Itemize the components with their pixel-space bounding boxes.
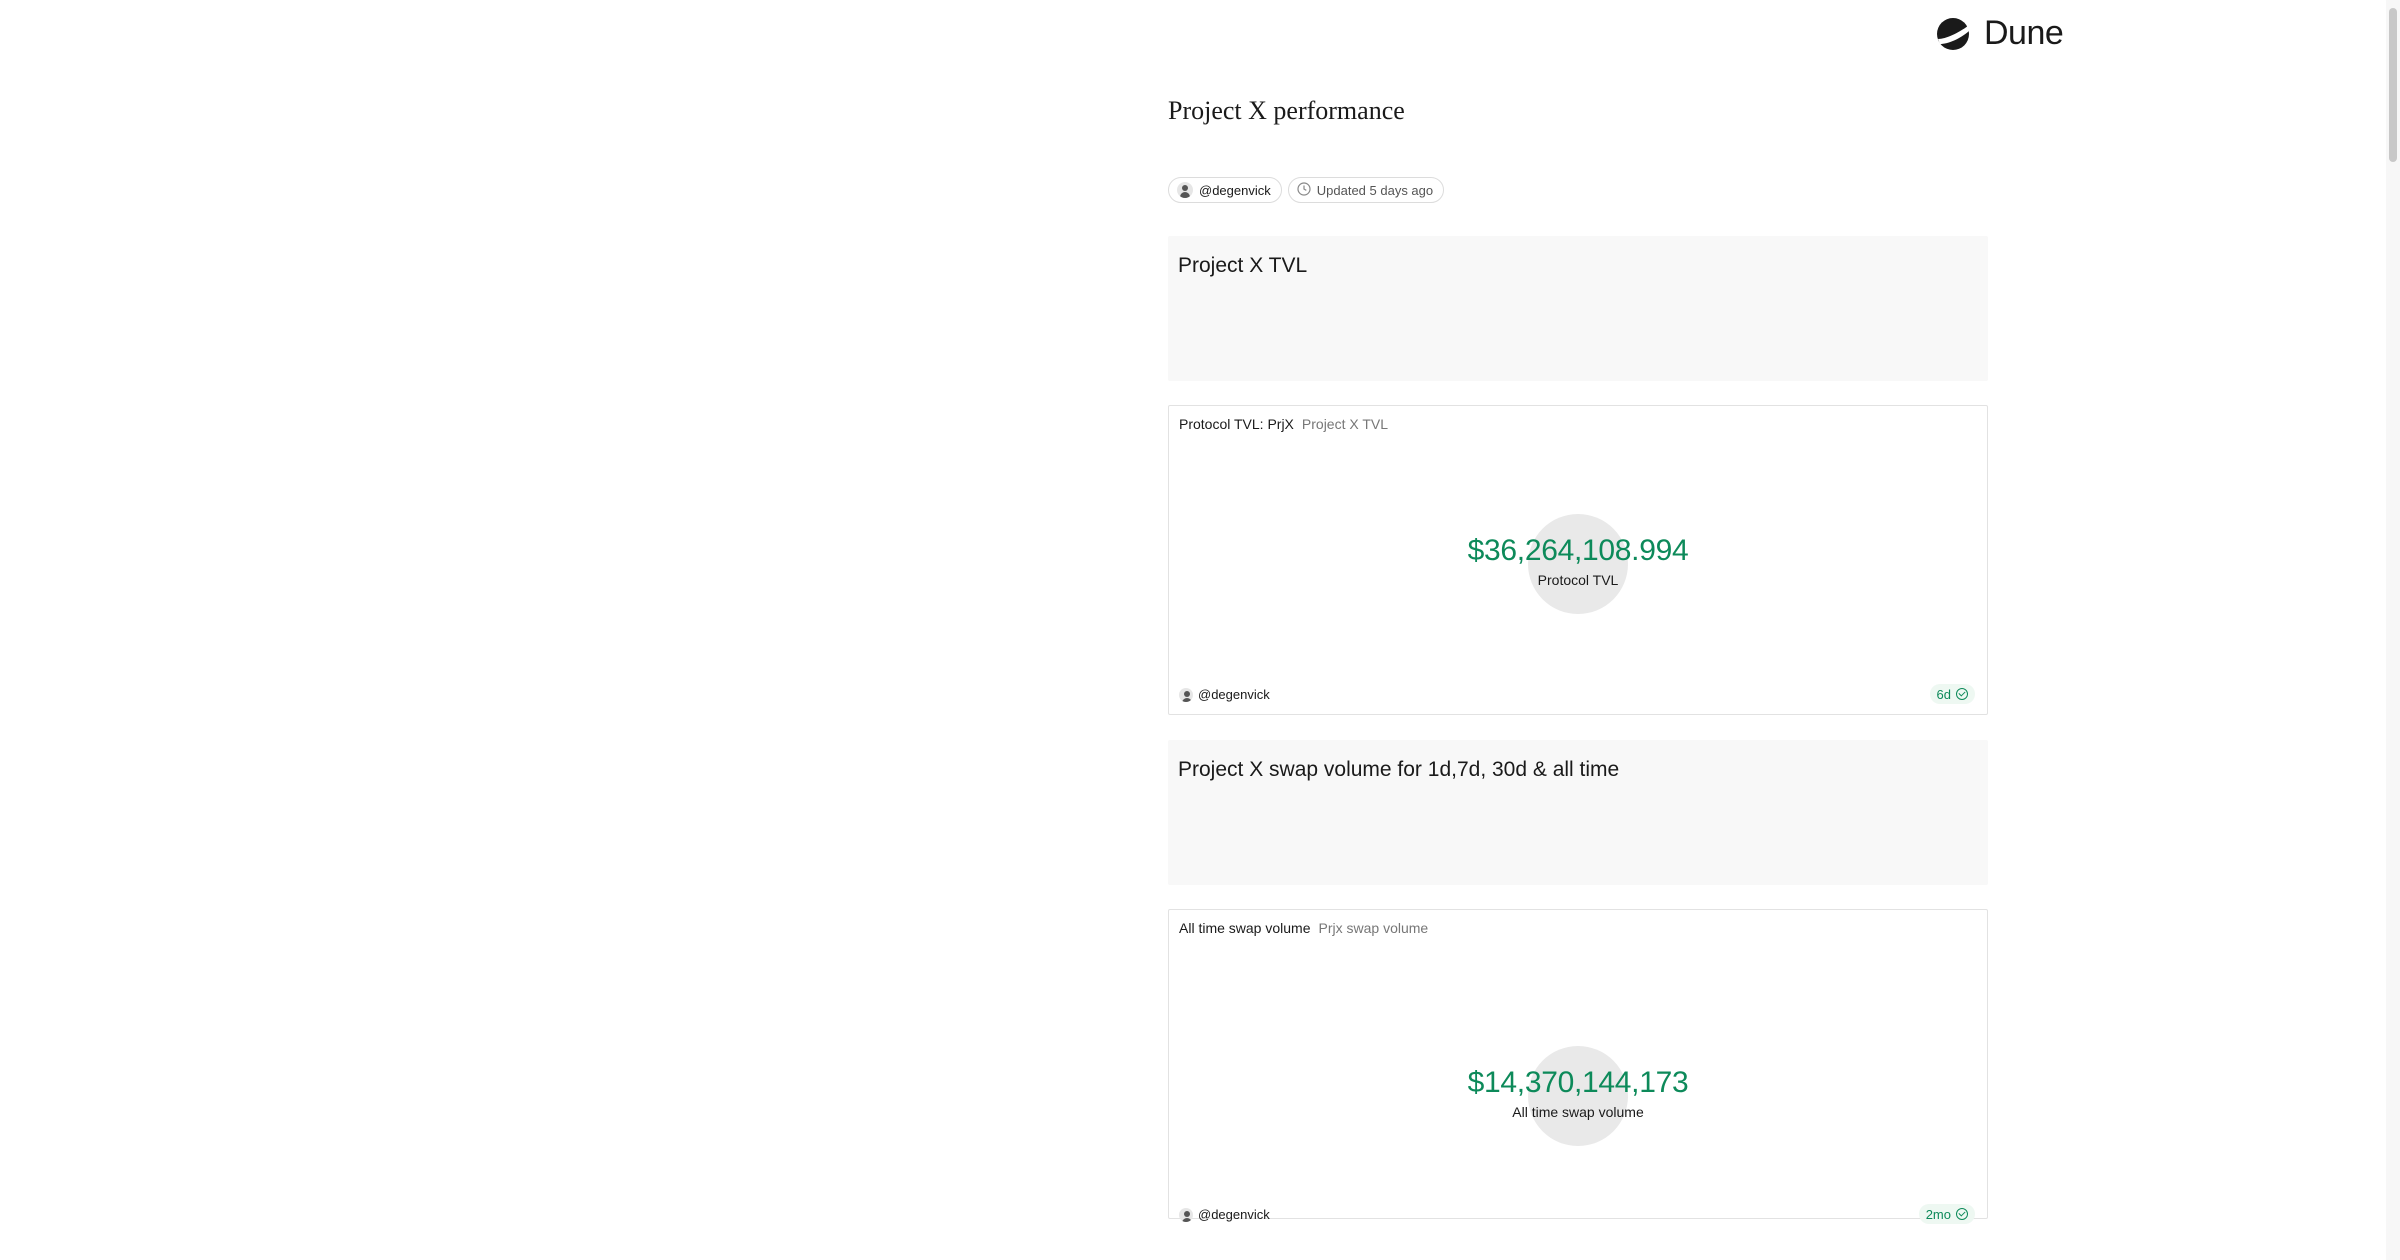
dashboard-title: Project X performance — [1168, 96, 1405, 125]
text-widget: Project X TVL — [1168, 236, 1988, 381]
query-name[interactable]: Project X TVL — [1302, 416, 1388, 432]
brand-name: Dune — [1984, 14, 2064, 52]
author-name: @degenvick — [1199, 182, 1271, 198]
author-pill[interactable]: @degenvick — [1168, 177, 1282, 203]
updated-text: Updated 5 days ago — [1316, 182, 1434, 198]
avatar-icon — [1177, 182, 1193, 198]
visualization-name[interactable]: All time swap volume — [1179, 920, 1311, 936]
widget-author-name: @degenvick — [1198, 1207, 1270, 1222]
scrollbar-thumb[interactable] — [2389, 8, 2397, 162]
counter-value: $14,370,144,173 — [1467, 1066, 1689, 1099]
freshness-age: 6d — [1936, 686, 1951, 702]
counter-display: $36,264,108.994 Protocol TVL — [1169, 534, 1987, 588]
text-widget-heading: Project X TVL — [1178, 254, 1308, 277]
visualization-name[interactable]: Protocol TVL: PrjX — [1179, 416, 1294, 432]
counter-label: Protocol TVL — [1537, 572, 1619, 588]
updated-pill: Updated 5 days ago — [1287, 177, 1445, 203]
counter-display: $14,370,144,173 All time swap volume — [1169, 1066, 1987, 1120]
page-scrollbar[interactable] — [2386, 0, 2400, 1260]
counter-value: $36,264,108.994 — [1467, 534, 1689, 567]
dune-logo[interactable]: Dune — [1936, 14, 2064, 53]
text-widget-heading: Project X swap volume for 1d,7d, 30d & a… — [1178, 758, 1620, 781]
dashboard-meta: @degenvick Updated 5 days ago — [1168, 177, 1445, 203]
check-circle-icon — [1956, 688, 1968, 700]
widget-author-name: @degenvick — [1198, 687, 1270, 702]
avatar-icon — [1179, 687, 1193, 702]
counter-label: All time swap volume — [1512, 1104, 1644, 1120]
clock-icon — [1297, 181, 1311, 199]
freshness-age: 2mo — [1925, 1206, 1951, 1222]
widget-author[interactable]: @degenvick — [1179, 1207, 1270, 1222]
avatar-icon — [1179, 1207, 1193, 1222]
counter-widget[interactable]: All time swap volume Prjx swap volume $1… — [1168, 909, 1988, 1224]
freshness-badge[interactable]: 2mo — [1918, 1204, 1975, 1224]
dune-logo-icon — [1936, 17, 1970, 51]
counter-widget[interactable]: Protocol TVL: PrjX Project X TVL $36,264… — [1168, 405, 1988, 715]
widget-author[interactable]: @degenvick — [1179, 687, 1270, 702]
widget-header: Protocol TVL: PrjX Project X TVL — [1179, 416, 1388, 432]
query-name[interactable]: Prjx swap volume — [1319, 920, 1429, 936]
text-widget: Project X swap volume for 1d,7d, 30d & a… — [1168, 740, 1988, 885]
check-circle-icon — [1956, 1208, 1968, 1220]
widget-header: All time swap volume Prjx swap volume — [1179, 920, 1428, 936]
freshness-badge[interactable]: 6d — [1929, 684, 1975, 704]
